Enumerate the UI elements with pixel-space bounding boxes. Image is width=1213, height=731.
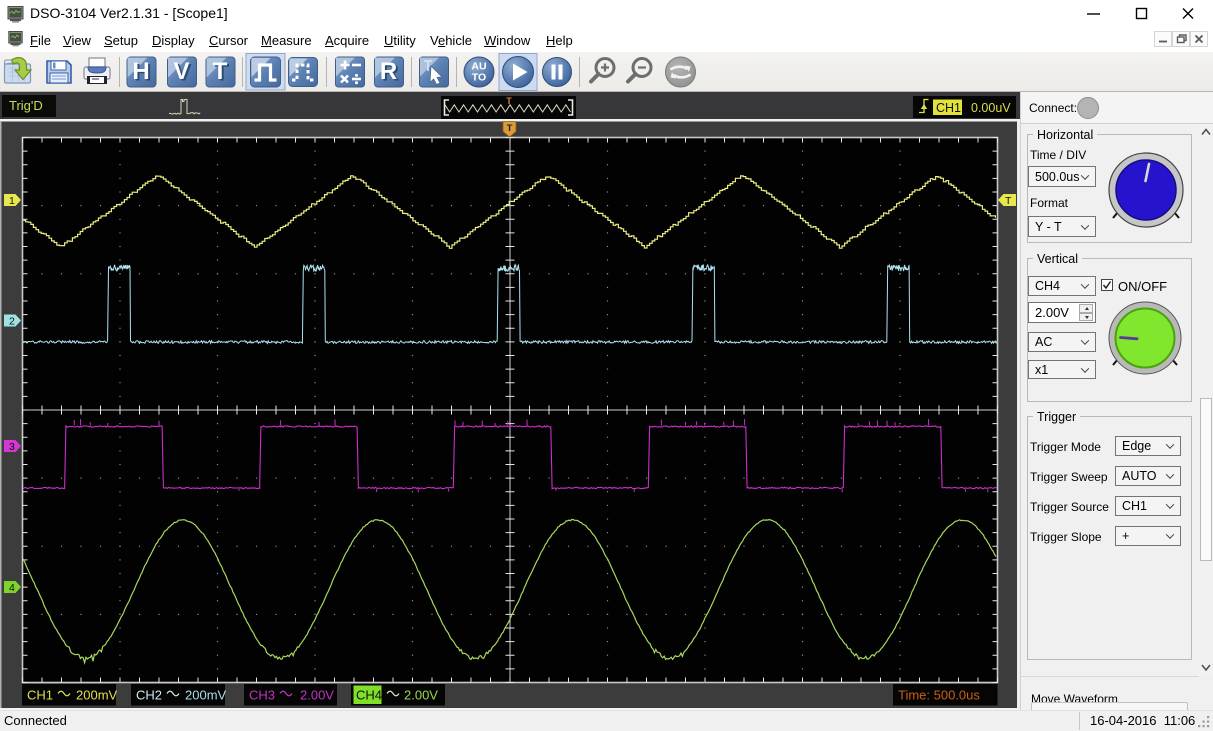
- svg-text:T: T: [506, 96, 512, 106]
- svg-text:3: 3: [9, 441, 15, 453]
- svg-text:2.00V: 2.00V: [404, 688, 438, 703]
- svg-text:CH3: CH3: [249, 688, 275, 703]
- svg-text:200mV: 200mV: [185, 688, 227, 703]
- svg-text:CH2: CH2: [136, 688, 162, 703]
- svg-text:CH4: CH4: [356, 688, 382, 703]
- svg-text:2: 2: [9, 316, 15, 328]
- svg-text:200mV: 200mV: [76, 688, 118, 703]
- svg-text:V: V: [173, 58, 189, 85]
- svg-text:CH1: CH1: [27, 688, 53, 703]
- svg-text:H: H: [132, 58, 149, 85]
- svg-text:T: T: [507, 123, 513, 134]
- svg-text:1: 1: [9, 195, 15, 207]
- svg-text:T: T: [213, 58, 228, 85]
- svg-text:0.00uV: 0.00uV: [971, 101, 1011, 115]
- svg-text:TO: TO: [472, 72, 486, 84]
- svg-text:2.00V: 2.00V: [300, 688, 334, 703]
- svg-text:CH1: CH1: [936, 101, 961, 115]
- svg-text:4: 4: [9, 582, 15, 594]
- svg-text:R: R: [380, 58, 397, 85]
- svg-text:Time: 500.0us: Time: 500.0us: [898, 688, 980, 703]
- svg-text:T: T: [1005, 195, 1012, 207]
